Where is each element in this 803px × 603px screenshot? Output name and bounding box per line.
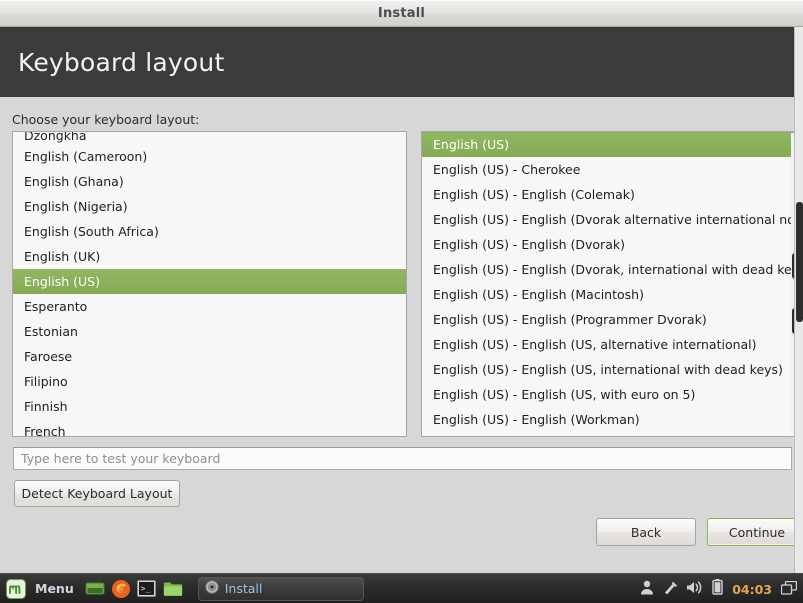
workspace-switcher-icon[interactable]	[780, 580, 798, 599]
back-button-label: Back	[630, 524, 662, 540]
list-item[interactable]: English (US) - Cherokee	[422, 157, 801, 182]
file-manager-icon[interactable]	[162, 578, 184, 600]
list-item[interactable]: English (US)	[13, 269, 406, 294]
list-item[interactable]: English (South Africa)	[13, 219, 406, 244]
taskbar: Menu >_ Install 04:03	[0, 573, 803, 603]
terminal-icon[interactable]: >_	[136, 578, 158, 600]
list-item[interactable]: English (US) - English (US, with euro on…	[422, 382, 801, 407]
show-desktop-icon[interactable]	[84, 578, 106, 600]
menu-label[interactable]: Menu	[35, 581, 74, 596]
list-item[interactable]: English (US) - English (Programmer Dvora…	[422, 307, 801, 332]
list-item[interactable]: English (US) - English (Dvorak)	[422, 232, 801, 257]
list-item[interactable]: English (UK)	[13, 244, 406, 269]
list-item[interactable]: English (US) - English (US, alternative …	[422, 332, 801, 357]
list-item[interactable]: Esperanto	[13, 294, 406, 319]
detect-keyboard-layout-button[interactable]: Detect Keyboard Layout	[14, 480, 180, 507]
window-titlebar: Install	[0, 0, 803, 27]
list-item[interactable]: English (US)	[422, 132, 801, 157]
list-item[interactable]: French	[13, 419, 406, 436]
continue-button-label: Continue	[728, 524, 786, 540]
keyboard-test-input[interactable]	[13, 447, 792, 470]
battery-icon[interactable]	[712, 579, 723, 599]
svg-text:>_: >_	[141, 584, 151, 593]
continue-button[interactable]: Continue	[707, 518, 803, 546]
volume-icon[interactable]	[686, 580, 703, 599]
list-item[interactable]: English (US) - English (Macintosh)	[422, 282, 801, 307]
back-button[interactable]: Back	[596, 518, 696, 546]
install-disc-icon	[204, 579, 219, 598]
taskbar-window-button-label: Install	[224, 581, 263, 596]
window-scrollbar-thumb[interactable]	[796, 202, 803, 322]
instruction-label: Choose your keyboard layout:	[12, 112, 200, 127]
page-header: Keyboard layout	[0, 27, 803, 97]
list-item[interactable]: English (Ghana)	[13, 169, 406, 194]
list-item[interactable]: Faroese	[13, 344, 406, 369]
list-item[interactable]: English (US) - English (Workman)	[422, 407, 801, 432]
install-window: Install Keyboard layout Choose your keyb…	[0, 0, 803, 603]
window-title: Install	[377, 6, 426, 21]
update-manager-icon[interactable]	[663, 580, 678, 599]
window-scrollbar[interactable]	[794, 27, 803, 573]
detect-keyboard-layout-label: Detect Keyboard Layout	[21, 486, 173, 501]
keyboard-layout-list[interactable]: Dzongkha English (Cameroon) English (Ghana…	[12, 131, 407, 437]
list-item[interactable]: English (US) - English (Dvorak, internat…	[422, 257, 801, 282]
list-item[interactable]: English (US) - English (Dvorak alternati…	[422, 207, 801, 232]
list-item[interactable]: English (US) - English (US, internationa…	[422, 357, 801, 382]
list-item[interactable]: English (Cameroon)	[13, 144, 406, 169]
keyboard-variant-list[interactable]: English (US) English (US) - Cherokee Engli…	[421, 131, 802, 437]
page-title: Keyboard layout	[18, 47, 225, 77]
list-item[interactable]: Estonian	[13, 319, 406, 344]
clock[interactable]: 04:03	[732, 582, 772, 597]
user-icon[interactable]	[640, 580, 654, 599]
list-item[interactable]: English (US) - English (Colemak)	[422, 182, 801, 207]
list-item[interactable]: Dzongkha	[13, 132, 406, 144]
firefox-icon[interactable]	[110, 578, 132, 600]
page-body: Choose your keyboard layout: Dzongkha Eng…	[0, 97, 803, 573]
taskbar-window-button-install[interactable]: Install	[197, 576, 364, 601]
list-item[interactable]: Filipino	[13, 369, 406, 394]
mint-menu-icon[interactable]	[5, 578, 27, 600]
list-item[interactable]: Finnish	[13, 394, 406, 419]
list-item[interactable]: English (Nigeria)	[13, 194, 406, 219]
